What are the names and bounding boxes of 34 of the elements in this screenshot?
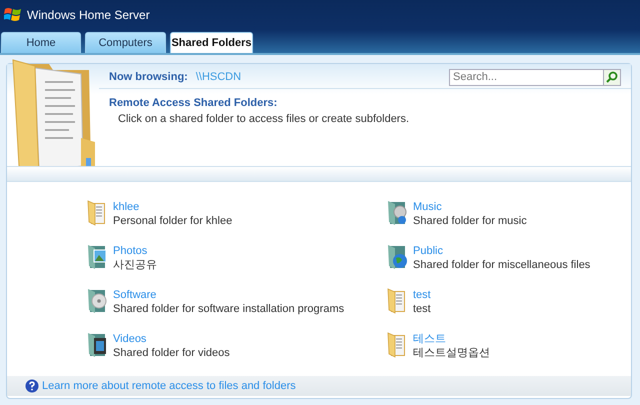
video-folder-icon bbox=[87, 332, 109, 358]
folder-description: Shared folder for videos bbox=[113, 346, 230, 360]
folder-link[interactable]: Public bbox=[413, 244, 590, 258]
folder-link[interactable]: Music bbox=[413, 200, 527, 214]
search-button[interactable] bbox=[603, 68, 621, 86]
music-folder-icon bbox=[387, 200, 409, 226]
help-icon bbox=[25, 379, 39, 394]
folder-link[interactable]: khlee bbox=[113, 200, 232, 214]
section-description: Click on a shared folder to access files or create subfolders. bbox=[118, 113, 410, 125]
folder-link[interactable]: Software bbox=[113, 288, 344, 302]
browsing-label: Now browsing: bbox=[109, 71, 188, 83]
disc-folder-icon bbox=[87, 288, 109, 314]
search-field[interactable]: Search... bbox=[449, 68, 603, 86]
server-path: \\HSCDN bbox=[196, 71, 242, 83]
windows-logo-icon bbox=[4, 7, 22, 23]
folder-description: 사진공유 bbox=[113, 258, 157, 272]
globe-folder-icon bbox=[387, 244, 409, 270]
folder-description: Personal folder for khlee bbox=[113, 214, 232, 228]
folder-link[interactable]: Videos bbox=[113, 332, 230, 346]
folder-link[interactable]: 테스트 bbox=[413, 332, 490, 346]
tab[interactable]: Home bbox=[1, 32, 81, 53]
help-link[interactable]: Learn more about remote access to files and folders bbox=[42, 380, 296, 392]
tab[interactable]: Computers bbox=[85, 32, 166, 53]
search-icon bbox=[606, 71, 618, 83]
folder-link[interactable]: Photos bbox=[113, 244, 157, 258]
folder-description: Shared folder for music bbox=[413, 214, 527, 228]
tab[interactable]: Shared Folders bbox=[170, 32, 253, 53]
folder-link[interactable]: test bbox=[413, 288, 431, 302]
folder-description: Shared folder for miscellaneous files bbox=[413, 258, 590, 272]
folder-description: test bbox=[413, 302, 431, 316]
window-title: Windows Home Server bbox=[27, 8, 150, 22]
folder-description: 테스트설명옵션 bbox=[413, 346, 490, 360]
section-heading: Remote Access Shared Folders: bbox=[109, 97, 278, 109]
folder-description: Shared folder for software installation programs bbox=[113, 302, 344, 316]
